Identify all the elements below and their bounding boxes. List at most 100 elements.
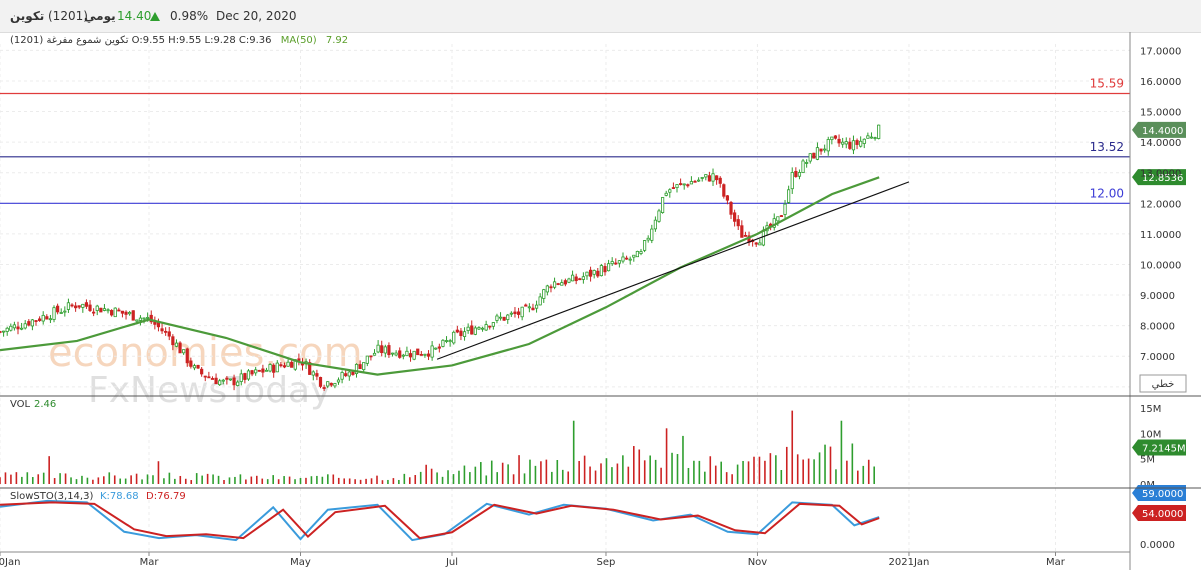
x-axis-tick-label: Mar: [1046, 557, 1066, 568]
candle-body-2020-07-17: [491, 322, 495, 327]
price-axis-tick: 8.0000: [1140, 322, 1175, 333]
candle-body-2020-05-20: [347, 371, 351, 377]
candle-body-2020-04-05: [236, 381, 240, 386]
candle-body-2020-09-06: [617, 260, 621, 264]
candle-body-2020-05-10: [322, 387, 326, 389]
candle-body-2020-05-30: [372, 352, 377, 356]
candle-body-2020-08-28: [596, 270, 600, 277]
candle-body-2020-08-09: [549, 286, 553, 289]
candle-body-2020-02-13: [106, 309, 110, 312]
candle-body-2020-09-04: [614, 262, 618, 265]
candle-body-2020-08-12: [556, 283, 560, 285]
candle-body-2020-01-05: [9, 325, 13, 331]
candle-body-2020-05-13: [329, 382, 333, 386]
candle-body-2020-08-21: [578, 278, 582, 281]
candle-body-2020-08-17: [567, 278, 571, 283]
candle-body-2020-03-30: [221, 379, 225, 382]
candle-body-2020-10-02: [682, 183, 686, 186]
candle-body-2020-06-04: [383, 346, 387, 354]
candle-body-2020-10-06: [693, 180, 697, 183]
candle-body-2020-02-22: [128, 312, 132, 315]
candle-body-2020-07-10: [473, 327, 477, 335]
candle-body-2020-08-05: [538, 296, 542, 306]
candle-body-2020-10-18: [722, 184, 726, 197]
candle-body-2020-01-30: [70, 304, 74, 307]
candle-body-2020-01-19: [45, 316, 49, 320]
candle-body-2020-06-07: [390, 352, 395, 355]
price-axis-tick: 11.0000: [1140, 230, 1181, 241]
candle-body-2020-03-22: [200, 368, 204, 375]
candle-body-2020-06-24: [434, 347, 438, 350]
candle-body-2020-01-01: [0, 331, 2, 333]
candle-body-2020-08-08: [545, 285, 549, 293]
candle-body-2020-12-18: [873, 137, 877, 139]
candle-body-2020-11-28: [823, 148, 827, 151]
candle-body-2020-10-11: [704, 174, 708, 178]
candle-body-2020-07-16: [488, 325, 492, 328]
candle-body-2020-02-03: [81, 303, 85, 308]
candle-body-2020-09-25: [664, 192, 668, 196]
candle-body-2020-11-20: [805, 162, 809, 164]
price-axis-tick: 17.0000: [1140, 46, 1181, 57]
candle-body-2020-02-16: [113, 307, 117, 318]
candle-body-2020-05-25: [358, 364, 362, 370]
candle-body-2020-08-27: [592, 270, 596, 275]
candle-body-2020-12-08: [848, 141, 852, 149]
candle-body-2020-03-19: [192, 365, 197, 369]
candle-body-2020-05-09: [318, 376, 323, 387]
candle-body-2020-08-31: [603, 266, 607, 273]
candle-body-2020-08-30: [599, 265, 603, 277]
candle-body-2020-10-14: [711, 173, 715, 182]
level-label: 15.59: [1090, 76, 1124, 90]
candle-body-2020-09-22: [657, 210, 661, 222]
candle-body-2020-02-14: [110, 310, 114, 316]
candle-body-2020-01-11: [23, 323, 27, 329]
candle-body-2020-08-25: [588, 269, 593, 277]
candle-body-2020-02-06: [88, 304, 92, 311]
candle-body-2020-06-27: [441, 339, 445, 347]
candle-body-2020-03-12: [174, 342, 179, 347]
candle-body-2020-07-24: [509, 312, 513, 315]
price-axis-tick: 14.0000: [1140, 138, 1181, 149]
candle-body-2020-05-22: [351, 371, 355, 375]
candle-body-2020-11-13: [787, 189, 791, 203]
candle-body-2020-01-14: [30, 319, 35, 327]
candle-body-2020-12-12: [859, 140, 863, 147]
candle-body-2020-10-05: [689, 181, 694, 185]
candle-body-2020-07-14: [484, 324, 488, 331]
candle-body-2020-04-08: [243, 373, 247, 380]
candle-body-2020-07-26: [513, 311, 517, 315]
x-axis-tick-label: 2021Jan: [889, 557, 930, 568]
candle-body-2020-01-09: [20, 327, 24, 330]
candle-body-2020-05-06: [311, 371, 315, 376]
candle-body-2020-11-10: [779, 215, 784, 217]
candle-body-2020-12-14: [862, 138, 866, 144]
chart-mode-label: خطي: [1152, 379, 1175, 390]
candle-body-2020-09-10: [628, 258, 632, 261]
candle-body-2020-09-23: [661, 197, 665, 213]
candle-body-2020-04-14: [257, 369, 261, 372]
candle-body-2020-11-29: [826, 139, 830, 152]
candle-body-2020-08-24: [585, 271, 589, 277]
chart-canvas[interactable]: economies.com FxNewsToday 15.5913.5212.0…: [0, 0, 1201, 570]
x-axis-tick-label: 2020Jan: [0, 557, 20, 568]
candle-body-2020-08-22: [581, 276, 585, 280]
stochastic-axis-tick: 0.0000: [1140, 540, 1175, 551]
candle-body-2020-04-07: [239, 373, 243, 382]
candle-body-2020-06-09: [398, 350, 402, 358]
candle-body-2020-04-02: [228, 378, 233, 381]
candle-body-2020-06-15: [412, 350, 416, 360]
candle-body-2020-11-12: [783, 203, 787, 215]
candle-body-2020-06-17: [416, 348, 420, 356]
candle-body-2020-01-31: [74, 305, 78, 309]
candle-body-2020-07-11: [477, 327, 481, 330]
axes: 6.00007.00008.00009.000010.000011.000012…: [0, 32, 1201, 570]
candle-body-2020-07-22: [502, 316, 506, 321]
candle-body-2020-10-25: [740, 225, 744, 238]
candle-body-2020-11-17: [797, 172, 802, 177]
candle-body-2020-10-21: [729, 201, 733, 215]
candle-body-2020-04-01: [225, 377, 229, 380]
candle-body-2020-09-16: [642, 240, 647, 251]
candle-body-2020-09-13: [635, 250, 639, 258]
candle-body-2020-02-10: [99, 307, 103, 313]
